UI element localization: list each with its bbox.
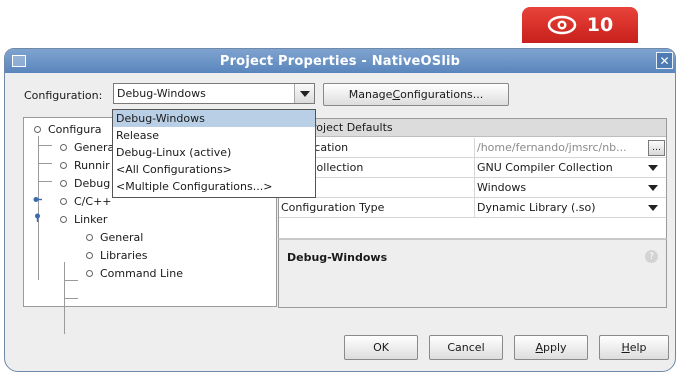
properties-group-header[interactable]: roject Defaults <box>279 119 666 137</box>
property-description-panel: Debug-Windows ? <box>278 238 667 308</box>
window-menu-icon[interactable] <box>12 55 26 67</box>
chevron-down-icon[interactable] <box>648 205 658 211</box>
configuration-option[interactable]: Debug-Linux (active) <box>113 144 315 161</box>
expand-handle-icon[interactable] <box>33 195 42 204</box>
tree-node-icon <box>60 179 67 187</box>
window-title: Project Properties - NativeOSlib <box>219 53 461 69</box>
tree-item-configuration[interactable]: Configura <box>34 120 102 138</box>
properties-sheet: roject Defaults ect Location /home/ferna… <box>278 118 667 240</box>
close-button[interactable]: ✕ <box>656 52 673 69</box>
tree-node-icon <box>60 161 67 169</box>
step-badge: 10 <box>522 7 638 43</box>
tree-node-icon <box>86 269 93 277</box>
tree-item-running[interactable]: Runnir <box>60 156 110 174</box>
property-name: Configuration Type <box>281 201 385 214</box>
tree-item-linker-libraries[interactable]: Libraries <box>86 246 148 264</box>
configuration-option[interactable]: Release <box>113 127 315 144</box>
configuration-option[interactable]: Debug-Windows <box>113 110 315 127</box>
configuration-label: Configuration: <box>24 89 103 102</box>
project-properties-dialog: Project Properties - NativeOSlib ✕ Confi… <box>4 48 676 372</box>
tree-item-linker[interactable]: Linker <box>60 210 107 228</box>
tree-connector <box>64 298 78 299</box>
tree-node-icon <box>60 215 67 223</box>
apply-label-post: pply <box>543 341 567 354</box>
title-bar[interactable]: Project Properties - NativeOSlib ✕ <box>5 49 675 73</box>
property-value: Dynamic Library (.so) <box>477 201 596 214</box>
ellipsis-icon: … <box>652 143 661 153</box>
configuration-option[interactable]: <All Configurations> <box>113 161 315 178</box>
column-divider <box>474 138 475 158</box>
close-icon: ✕ <box>659 53 670 68</box>
chevron-down-icon[interactable] <box>648 165 658 171</box>
tree-node-icon <box>60 197 67 205</box>
help-label-mnemonic: H <box>621 341 630 354</box>
tree-node-icon <box>86 251 93 259</box>
tree-item-label: Genera <box>74 140 115 154</box>
tree-item-linker-command-line[interactable]: Command Line <box>86 264 183 282</box>
tree-node-icon <box>34 125 41 133</box>
tree-connector <box>38 145 52 146</box>
tree-item-label: Command Line <box>100 266 183 280</box>
property-value: GNU Compiler Collection <box>477 161 613 174</box>
manage-configurations-button[interactable]: Manage Configurations... <box>323 83 509 106</box>
tree-connector <box>38 181 52 182</box>
column-divider <box>474 158 475 178</box>
tree-item-cpp[interactable]: C/C++ <box>60 192 112 210</box>
configuration-option[interactable]: <Multiple Configurations...> <box>113 178 315 195</box>
tree-item-general[interactable]: Genera <box>60 138 114 156</box>
apply-button[interactable]: Apply <box>514 335 588 360</box>
chevron-down-icon <box>299 90 310 97</box>
description-title: Debug-Windows <box>287 251 388 264</box>
manage-label-post: onfigurations... <box>400 88 484 101</box>
property-row-project-location[interactable]: ect Location /home/fernando/jmsrc/nb... … <box>279 138 666 158</box>
column-divider <box>474 198 475 218</box>
property-value: /home/fernando/jmsrc/nb... <box>477 141 627 154</box>
tree-item-debug[interactable]: Debug <box>60 174 110 192</box>
tree-item-label: C/C++ <box>74 194 112 208</box>
help-button[interactable]: Help <box>599 335 669 360</box>
browse-button[interactable]: … <box>648 140 665 156</box>
apply-label-mnemonic: A <box>535 341 543 354</box>
cancel-button[interactable]: Cancel <box>429 335 503 360</box>
configuration-dropdown-list: Debug-Windows Release Debug-Linux (activ… <box>112 109 316 198</box>
tree-item-label: General <box>100 230 144 244</box>
tree-connector <box>64 280 78 281</box>
configuration-select[interactable]: Debug-Windows <box>113 83 315 104</box>
property-row-configuration-type[interactable]: Configuration Type Dynamic Library (.so) <box>279 198 666 218</box>
property-value: Windows <box>477 181 527 194</box>
tree-connector <box>38 163 52 164</box>
help-label-post: elp <box>629 341 647 354</box>
tree-item-label: Debug <box>74 176 111 190</box>
manage-label-mnemonic: C <box>392 88 401 101</box>
configuration-dropdown-toggle[interactable] <box>294 84 314 103</box>
chevron-down-icon[interactable] <box>648 185 658 191</box>
step-number: 10 <box>586 14 614 36</box>
help-icon[interactable]: ? <box>645 250 658 263</box>
tree-item-label: Libraries <box>100 248 148 262</box>
configuration-selected-value: Debug-Windows <box>117 87 206 100</box>
tree-item-linker-general[interactable]: General <box>86 228 143 246</box>
tree-item-label: Configura <box>48 122 102 136</box>
tree-item-label: Runnir <box>74 158 110 172</box>
ok-button[interactable]: OK <box>344 335 418 360</box>
tree-item-label: Linker <box>74 212 108 226</box>
manage-label-pre: Manage <box>348 88 393 101</box>
collapse-handle-icon[interactable] <box>33 213 42 222</box>
tree-node-icon <box>60 143 67 151</box>
tree-node-icon <box>86 233 93 241</box>
property-row-compiler-collection[interactable]: piler Collection GNU Compiler Collection <box>279 158 666 178</box>
tree-connector <box>38 136 39 280</box>
eye-icon <box>547 15 577 35</box>
column-divider <box>474 178 475 198</box>
property-row-platform[interactable]: form Windows <box>279 178 666 198</box>
